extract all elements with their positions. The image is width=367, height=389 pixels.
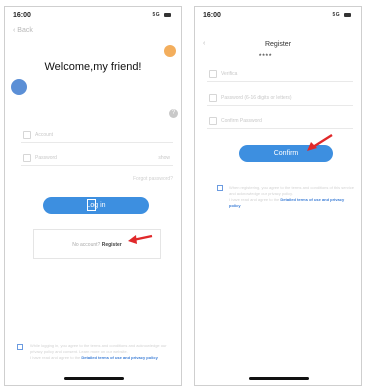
- status-time: 16:00: [13, 12, 31, 19]
- masked-value: ****: [259, 54, 273, 60]
- lock-icon: [23, 154, 31, 162]
- agreement-checkbox[interactable]: [17, 344, 23, 350]
- home-indicator: [249, 377, 309, 380]
- confirm-password-field[interactable]: Confirm Password: [207, 113, 353, 129]
- agreement-note: I have read and agree to the: [30, 355, 81, 360]
- account-placeholder: Account: [35, 132, 54, 138]
- question-icon[interactable]: ?: [169, 109, 178, 118]
- status-bar: 16:00 5G: [195, 10, 361, 22]
- back-label: Back: [17, 27, 33, 34]
- page-title: Register: [264, 41, 292, 48]
- confirm-button-label: Confirm: [273, 150, 299, 157]
- login-button[interactable]: Log in: [43, 197, 149, 214]
- login-screen: 16:00 5G ‹ Back Welcome,my friend! ? Acc…: [4, 6, 182, 386]
- agreement-text: While logging in, you agree to the terms…: [30, 343, 173, 361]
- welcome-heading: Welcome,my friend!: [44, 61, 142, 73]
- red-arrow-icon: [128, 234, 153, 244]
- register-screen: 16:00 5G ‹ Register **** Verifica Passwo…: [194, 6, 362, 386]
- password-toggle[interactable]: show: [158, 155, 170, 161]
- account-field[interactable]: Account: [21, 127, 173, 143]
- back-button[interactable]: ‹ Back: [13, 27, 33, 34]
- status-time: 16:00: [203, 12, 221, 19]
- password-field[interactable]: Password (6-16 digits or letters): [207, 90, 353, 106]
- shield-icon: [209, 70, 217, 78]
- agreement-text: When registering, you agree to the terms…: [229, 185, 355, 209]
- lock-icon: [209, 117, 217, 125]
- agreement-link[interactable]: Detailed terms of use and privacy policy: [81, 355, 157, 360]
- verification-placeholder: Verifica: [221, 71, 238, 77]
- status-bar: 16:00 5G: [5, 10, 181, 22]
- blue-avatar-icon: [11, 79, 27, 95]
- red-arrow-icon: [307, 133, 333, 151]
- confirm-password-placeholder: Confirm Password: [221, 118, 262, 124]
- no-account-text: No account?: [72, 242, 101, 248]
- signal-indicator: 5G: [332, 12, 351, 18]
- agreement-prefix: When registering, you agree to the terms…: [229, 185, 354, 196]
- password-placeholder: Password (6-16 digits or letters): [221, 95, 292, 101]
- agreement-checkbox[interactable]: [217, 185, 223, 191]
- agreement-prefix: While logging in, you agree to the terms…: [30, 343, 167, 354]
- password-field[interactable]: Password show: [21, 150, 173, 166]
- lock-icon: [209, 94, 217, 102]
- cursor-highlight: [87, 199, 96, 211]
- battery-icon: [344, 12, 351, 17]
- agreement-note: I have read and agree to the: [229, 197, 280, 202]
- signal-indicator: 5G: [152, 12, 171, 18]
- orange-avatar-icon: [164, 45, 176, 57]
- battery-icon: [164, 12, 171, 17]
- home-indicator: [64, 377, 124, 380]
- verification-field[interactable]: Verifica: [207, 66, 353, 82]
- register-link[interactable]: Register: [102, 242, 122, 248]
- chevron-left-icon: ‹: [13, 27, 16, 34]
- signal-label: 5G: [152, 12, 161, 18]
- signal-label: 5G: [332, 12, 341, 18]
- user-icon: [23, 131, 31, 139]
- password-placeholder: Password: [35, 155, 57, 161]
- forgot-password-link[interactable]: Forgot password?: [133, 176, 173, 182]
